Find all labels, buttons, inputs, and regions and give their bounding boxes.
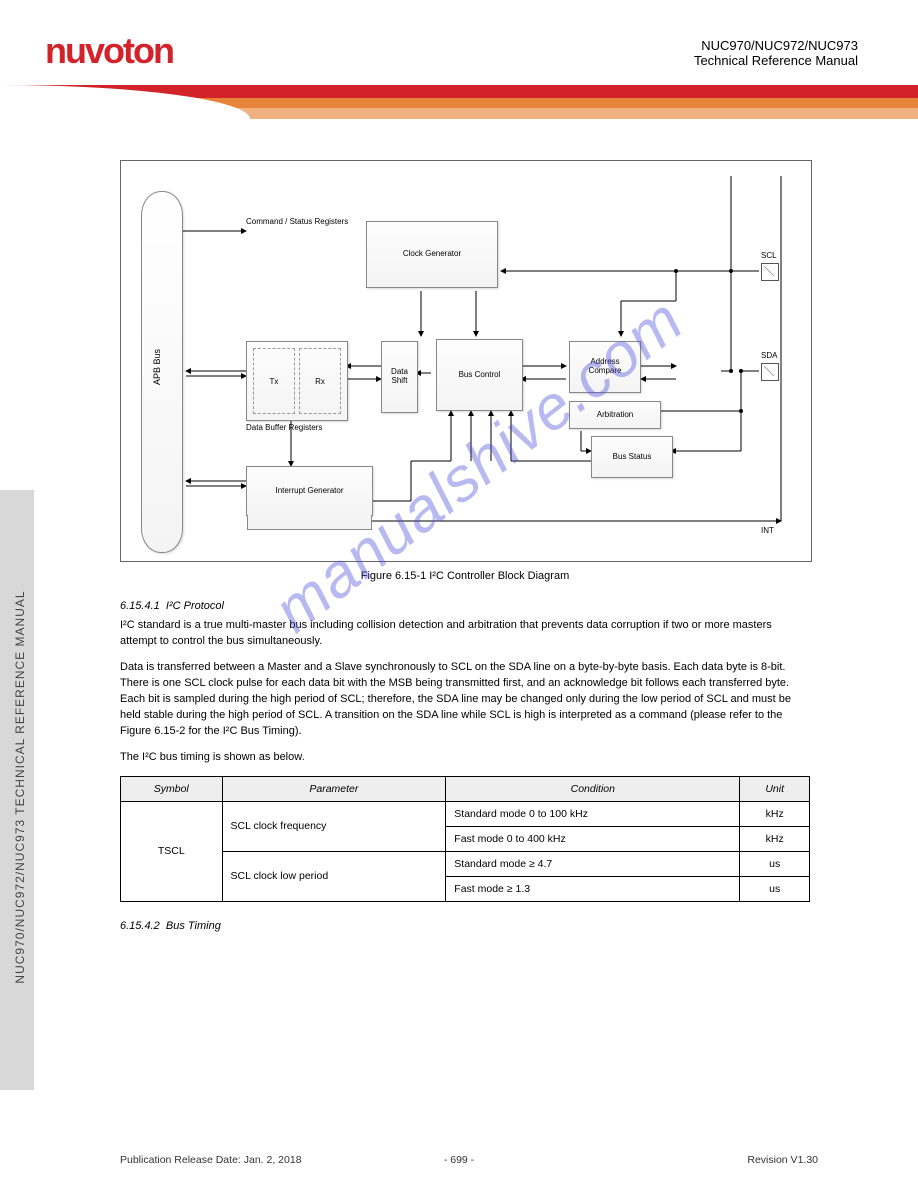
apb-bus-block: APB Bus <box>141 191 183 553</box>
footer: Publication Release Date: Jan. 2, 2018 -… <box>0 1154 918 1166</box>
footer-revision: Revision V1.30 <box>747 1154 818 1166</box>
subtitle-text: Technical Reference Manual <box>694 53 858 68</box>
header-right: NUC970/NUC972/NUC973 Technical Reference… <box>694 38 858 68</box>
footer-page: - 699 - <box>444 1154 474 1166</box>
bus-status-block: Bus Status <box>591 436 673 478</box>
data-buffer-block: Tx Rx <box>246 341 348 421</box>
rx-buffer: Rx <box>299 348 341 414</box>
address-compare-block: Address Compare <box>569 341 641 393</box>
sda-label: SDA <box>761 351 777 360</box>
int-label: INT <box>761 526 774 535</box>
table-row: SCL clock low period Standard mode ≥ 4.7… <box>121 851 810 876</box>
timing-table: Symbol Parameter Condition Unit TSCL SCL… <box>120 776 810 902</box>
data-shift-block: Data Shift <box>381 341 418 413</box>
cmd-status-label: Command / Status Registers <box>246 217 348 226</box>
protocol-p1: I²C standard is a true multi-master bus … <box>120 618 810 650</box>
footer-date: Publication Release Date: Jan. 2, 2018 <box>120 1154 302 1166</box>
protocol-p2: Data is transferred between a Master and… <box>120 660 810 740</box>
content: APB Bus Clock Generator Command / Status… <box>120 160 810 938</box>
intr-gen-subbar <box>247 515 372 530</box>
series-text: NUC970/NUC972/NUC973 <box>694 38 858 53</box>
page: nuvoTon NUC970/NUC972/NUC973 Technical R… <box>0 0 918 1188</box>
table-row: TSCL SCL clock frequency Standard mode 0… <box>121 801 810 826</box>
scl-label: SCL <box>761 251 777 260</box>
th-symbol: Symbol <box>121 776 223 801</box>
apb-bus-label: APB Bus <box>152 187 162 547</box>
data-buffer-regs-label: Data Buffer Registers <box>246 423 322 432</box>
arbitration-block: Arbitration <box>569 401 661 429</box>
section-heading-timing: 6.15.4.2 Bus Timing <box>120 920 810 932</box>
protocol-p3: The I²C bus timing is shown as below. <box>120 750 810 766</box>
th-parameter: Parameter <box>222 776 446 801</box>
scl-pad-icon <box>761 263 779 281</box>
brand-bar <box>0 85 918 125</box>
clock-generator-block: Clock Generator <box>366 221 498 288</box>
th-unit: Unit <box>740 776 810 801</box>
th-condition: Condition <box>446 776 740 801</box>
side-tab-text: NUC970/NUC972/NUC973 TECHNICAL REFERENCE… <box>13 487 27 1087</box>
block-diagram: APB Bus Clock Generator Command / Status… <box>120 160 812 562</box>
section-heading-protocol: 6.15.4.1 I²C Protocol <box>120 600 810 612</box>
bus-control-block: Bus Control <box>436 339 523 411</box>
side-tab: NUC970/NUC972/NUC973 TECHNICAL REFERENCE… <box>0 490 34 1090</box>
tx-buffer: Tx <box>253 348 295 414</box>
interrupt-gen-block: Interrupt Generator <box>246 466 373 516</box>
sda-pad-icon <box>761 363 779 381</box>
logo: nuvoTon <box>45 30 173 72</box>
figure-caption: Figure 6.15-1 I²C Controller Block Diagr… <box>120 570 810 582</box>
